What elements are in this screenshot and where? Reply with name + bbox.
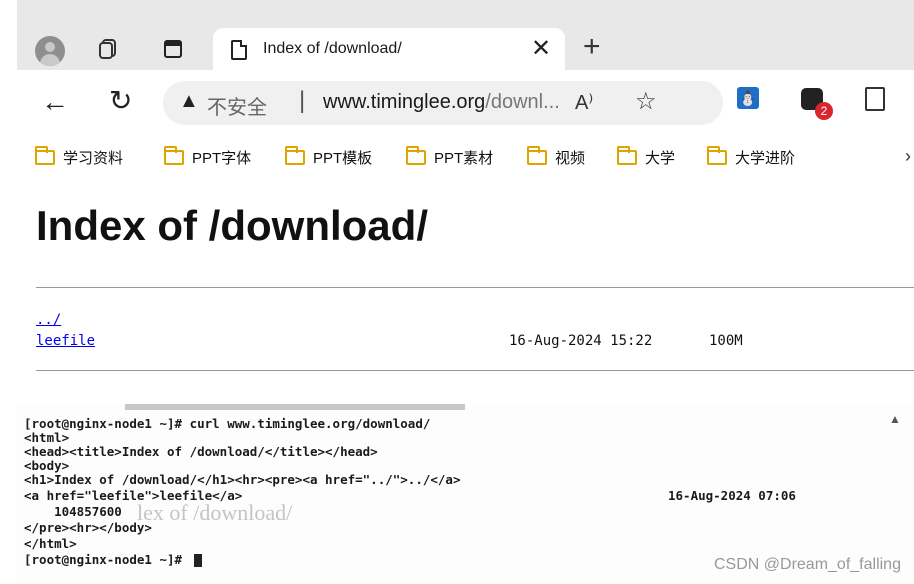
security-label[interactable]: 不安全: [207, 91, 267, 120]
terminal-line: </html>: [24, 536, 77, 551]
reload-button[interactable]: ↻: [109, 84, 132, 117]
bookmarks-bar: 学习资料 PPT字体 PPT模板 PPT素材 视频 大学 大学进阶 ›: [17, 140, 914, 176]
new-tab-button[interactable]: +: [583, 30, 601, 64]
file-date: 16-Aug-2024 15:22: [509, 333, 653, 349]
folder-icon: [617, 145, 637, 165]
extension-icon[interactable]: ⛄: [737, 87, 759, 109]
prompt-line: [root@nginx-node1 ~]#: [24, 552, 202, 568]
read-aloud-icon[interactable]: A⁾: [575, 90, 593, 115]
browser-window: Index of /download/ ✕ + ← ↻ ▲ 不安全 | www.…: [17, 0, 914, 388]
terminal-line: <head><title>Index of /download/</title>…: [24, 444, 378, 459]
list-item: leefile 16-Aug-2024 15:22 100M: [36, 333, 743, 349]
bookmarks-more-icon[interactable]: ›: [905, 146, 911, 167]
folder-icon: [164, 145, 184, 165]
url-text[interactable]: www.timinglee.org/downl...: [323, 91, 560, 114]
watermark: CSDN @Dream_of_falling: [714, 556, 901, 573]
terminal-line: 104857600: [24, 504, 122, 519]
bookmark-item[interactable]: PPT字体: [164, 145, 251, 168]
page-content: Index of /download/ ../ leefile 16-Aug-2…: [27, 180, 914, 388]
tab-actions-icon[interactable]: [163, 39, 183, 59]
terminal-line: </pre><hr></body>: [24, 520, 152, 535]
bookmark-item[interactable]: PPT素材: [406, 145, 493, 168]
notification-badge: 2: [815, 102, 833, 120]
folder-icon: [285, 145, 305, 165]
bookmark-item[interactable]: 大学进阶: [707, 145, 795, 168]
background-overlay: [125, 404, 465, 410]
prompt-text: [root@nginx-node1 ~]#: [24, 552, 190, 567]
collections-icon[interactable]: [865, 87, 885, 111]
bookmark-item[interactable]: 视频: [527, 145, 585, 168]
address-bar[interactable]: ▲ 不安全 | www.timinglee.org/downl... A⁾ ☆: [163, 81, 723, 125]
tab-close-icon[interactable]: ✕: [531, 34, 551, 63]
star-icon[interactable]: ☆: [635, 87, 657, 116]
terminal-line: <a href="leefile">leefile</a>: [24, 488, 243, 503]
terminal-window: lex of /download/ ▲ [root@nginx-node1 ~]…: [17, 404, 914, 584]
tab-index-download[interactable]: Index of /download/ ✕: [213, 28, 565, 70]
bookmark-item[interactable]: 大学: [617, 145, 675, 168]
file-link[interactable]: leefile: [36, 333, 95, 349]
page-icon: [231, 40, 247, 60]
folder-icon: [707, 145, 727, 165]
tab-title: Index of /download/: [263, 40, 402, 57]
terminal-line: <h1>Index of /download/</h1><hr><pre><a …: [24, 472, 461, 487]
url-path: /downl...: [485, 91, 560, 113]
bookmark-item[interactable]: 学习资料: [35, 145, 123, 168]
toolbar: ← ↻ ▲ 不安全 | www.timinglee.org/downl... A…: [17, 70, 914, 140]
terminal-cursor: [193, 554, 202, 567]
workspaces-icon[interactable]: [97, 38, 119, 60]
folder-icon: [35, 145, 55, 165]
warning-icon[interactable]: ▲: [179, 90, 199, 113]
scroll-up-icon[interactable]: ▲: [889, 412, 901, 426]
folder-icon: [527, 145, 547, 165]
parent-dir-link[interactable]: ../: [36, 312, 61, 328]
url-host: www.timinglee.org: [323, 91, 486, 113]
file-size: 100M: [709, 333, 743, 349]
divider: [36, 370, 914, 371]
terminal-date: 16-Aug-2024 07:06: [668, 488, 796, 503]
back-button[interactable]: ←: [41, 86, 69, 118]
terminal-line: [root@nginx-node1 ~]# curl www.timinglee…: [24, 416, 431, 431]
divider: [36, 287, 914, 288]
profile-avatar-icon[interactable]: [35, 36, 65, 66]
bookmark-item[interactable]: PPT模板: [285, 145, 372, 168]
folder-icon: [406, 145, 426, 165]
page-title: Index of /download/: [36, 202, 428, 249]
tab-bar: Index of /download/ ✕ +: [17, 0, 914, 70]
address-separator: |: [299, 87, 306, 114]
list-item: ../: [36, 312, 61, 328]
